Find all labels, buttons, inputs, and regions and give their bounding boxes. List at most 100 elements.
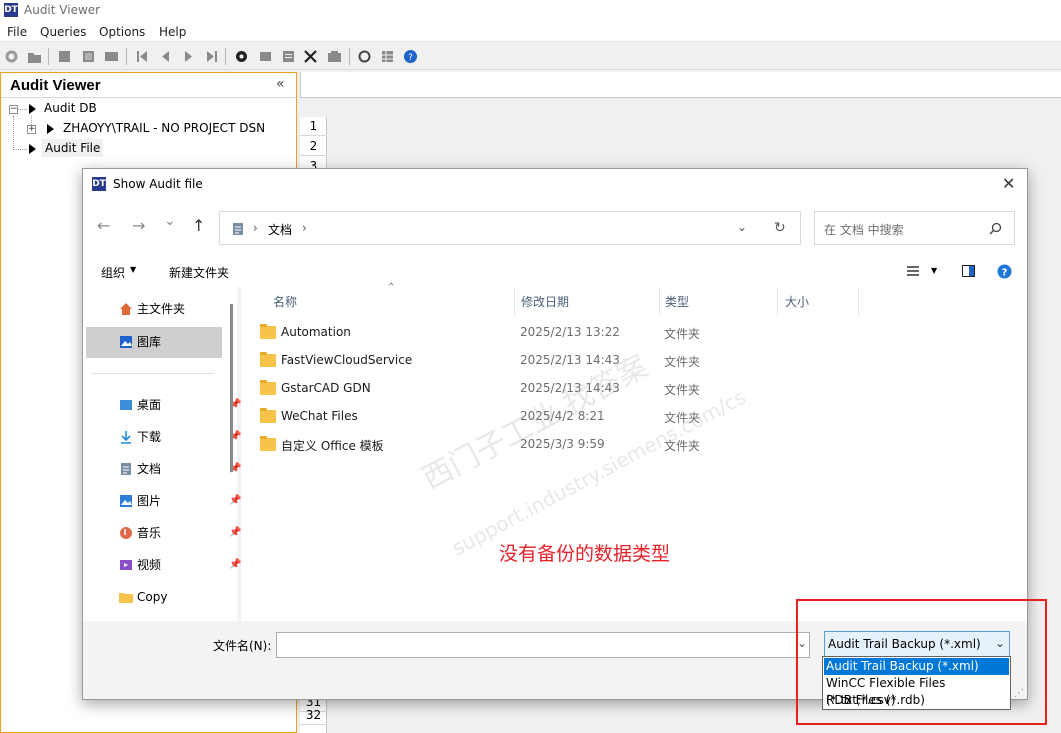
toolbar: ? [0,43,1061,70]
dialog-title: Show Audit file [113,177,203,191]
file-date: 2025/2/13 14:43 [520,381,620,395]
address-separator: › [253,221,258,235]
tree-item-audit-db[interactable]: Audit DB [44,101,97,115]
tree-item-audit-file[interactable]: Audit File [42,139,104,157]
expand-toggle[interactable]: + [27,125,36,134]
next-icon[interactable] [181,49,196,64]
filename-input[interactable] [276,632,810,658]
column-size[interactable]: 大小 [785,293,809,310]
dialog-app-icon: DT [92,177,106,191]
preview-pane-icon[interactable] [962,265,975,277]
address-location[interactable]: 文档 [268,221,292,238]
divider [91,373,214,374]
up-button[interactable]: ↑ [192,216,205,235]
file-type: 文件夹 [664,411,701,425]
folder-icon [260,352,276,367]
row-number: 32 [300,706,327,725]
refresh-icon[interactable] [357,49,372,64]
menu-options[interactable]: Options [99,25,145,39]
archive-icon[interactable] [327,49,342,64]
tree-item-dsn[interactable]: ZHAOYY\TRAIL - NO PROJECT DSN [63,121,265,135]
toolbar-separator [225,48,226,65]
list-item[interactable]: 自定义 Office 模板 2025/3/3 9:59 文件夹 [241,431,881,459]
chevron-down-icon[interactable]: ▼ [931,266,937,275]
list-item[interactable]: GstarCAD GDN 2025/2/13 14:43 文件夹 [241,375,881,403]
sidebar-item-label: 下载 [137,430,162,444]
new-folder-button[interactable]: 新建文件夹 [169,264,229,281]
pin-icon: 📌 [229,495,242,506]
search-box[interactable]: 在 文档 中搜索 [814,211,1015,245]
back-button[interactable]: ← [97,216,110,235]
sidebar-item-gallery[interactable]: 图库 [86,327,222,358]
column-type[interactable]: 类型 [665,293,689,310]
menu-help[interactable]: Help [159,25,186,39]
settings-icon[interactable] [234,49,249,64]
column-modified[interactable]: 修改日期 [521,293,569,310]
refresh-icon[interactable]: ↻ [774,220,786,236]
recent-dropdown-button[interactable]: ⌄ [164,213,176,229]
row-number: 2 [300,137,327,156]
home-icon [120,303,132,315]
sidebar-item-label: 主文件夹 [137,302,186,316]
open-icon[interactable] [27,49,42,64]
list-item[interactable]: Automation 2025/2/13 13:22 文件夹 [241,319,881,347]
navigation-pane: 主文件夹 图库 桌面 📌 下载 📌 文档 📌 图片 📌 音乐 📌 视频 📌 Co… [83,287,241,621]
sidebar-item-copy[interactable]: Copy [119,585,247,609]
close-icon[interactable]: ✕ [1002,174,1015,193]
row-number: 1 [300,117,327,136]
file-date: 2025/2/13 14:43 [520,353,620,367]
help-icon[interactable]: ? [403,49,418,64]
search-input[interactable]: 在 文档 中搜索 [824,221,904,238]
sidebar-item-music[interactable]: 音乐 📌 [120,521,247,545]
expand-arrow-icon [47,124,54,134]
organize-button[interactable]: 组织 [101,264,125,281]
collapse-toggle[interactable]: − [9,105,18,114]
new-icon[interactable] [4,49,19,64]
column-name[interactable]: 名称 [273,293,297,310]
column-separator [514,287,515,315]
report-icon[interactable] [281,49,296,64]
address-dropdown-icon[interactable]: ⌄ [737,220,747,234]
view-options-icon[interactable] [907,266,919,276]
last-icon[interactable] [204,49,219,64]
list-item[interactable]: FastViewCloudService 2025/2/13 14:43 文件夹 [241,347,881,375]
toolbar-separator [48,48,49,65]
menu-bar: File Queries Options Help [0,22,1061,42]
tree-line [13,116,14,150]
title-bar: DT Audit Viewer [0,0,1061,22]
address-separator[interactable]: › [302,221,307,235]
file-type: 文件夹 [664,439,701,453]
resize-grip-icon[interactable]: ⋰ [1014,688,1024,699]
collapse-panel-button[interactable]: « [276,76,285,92]
tree-line [13,149,27,150]
list-item[interactable]: WeChat Files 2025/4/2 8:21 文件夹 [241,403,881,431]
expand-arrow-icon [29,104,36,114]
import-icon[interactable] [57,49,72,64]
menu-queries[interactable]: Queries [40,25,86,39]
grid-icon[interactable] [380,49,395,64]
prev-icon[interactable] [158,49,173,64]
forward-button[interactable]: → [132,216,145,235]
export-icon[interactable] [81,49,96,64]
file-list: ⌃ 名称 修改日期 类型 大小 Automation 2025/2/13 13:… [241,282,1027,621]
tools-icon[interactable] [303,49,318,64]
file-type: 文件夹 [664,355,701,369]
navigation-scrollbar[interactable] [230,304,233,472]
first-icon[interactable] [135,49,150,64]
file-date: 2025/2/13 13:22 [520,325,620,339]
menu-file[interactable]: File [7,25,27,39]
sidebar-item-pictures[interactable]: 图片 📌 [120,489,247,513]
print-icon[interactable] [104,49,119,64]
filter-icon[interactable] [258,49,273,64]
svg-text:?: ? [408,53,413,63]
folder-icon [119,593,133,603]
music-icon [120,527,132,539]
sidebar-item-videos[interactable]: 视频 📌 [120,553,247,577]
address-bar[interactable]: › 文档 › ⌄ ↻ [219,211,801,245]
column-separator [777,287,778,315]
help-icon[interactable]: ? [997,264,1012,279]
chevron-down-icon: ▼ [130,265,137,274]
gallery-icon [120,336,132,348]
sidebar-item-label: 音乐 [137,526,162,540]
document-icon [121,463,131,475]
